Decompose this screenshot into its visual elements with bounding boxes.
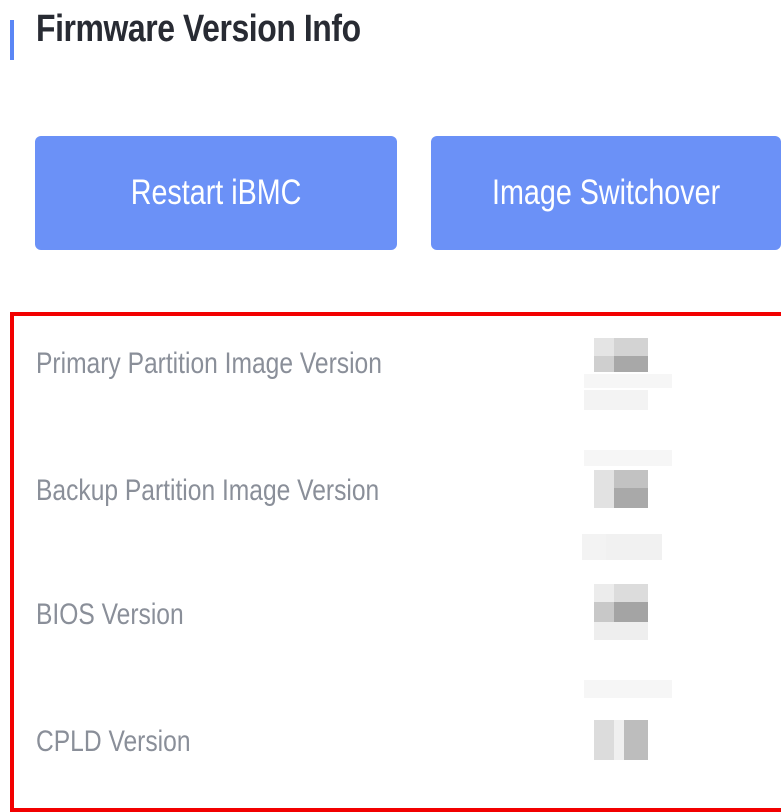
image-switchover-button-label: Image Switchover [491,173,721,212]
bios-version-label: BIOS Version [36,598,184,631]
cpld-version-label: CPLD Version [36,725,191,758]
restart-ibmc-button-label: Restart iBMC [130,173,302,212]
backup-partition-version-label: Backup Partition Image Version [36,474,380,507]
restart-ibmc-button[interactable]: Restart iBMC [35,136,397,250]
title-accent-bar [10,20,14,60]
cpld-version-value-redacted [578,680,674,760]
page-title: Firmware Version Info [36,8,361,50]
primary-partition-version-label: Primary Partition Image Version [36,347,382,380]
primary-partition-version-value-redacted [578,332,674,412]
bios-version-value-redacted [578,580,674,660]
backup-partition-version-value-redacted [578,450,674,530]
image-switchover-button[interactable]: Image Switchover [431,136,781,250]
